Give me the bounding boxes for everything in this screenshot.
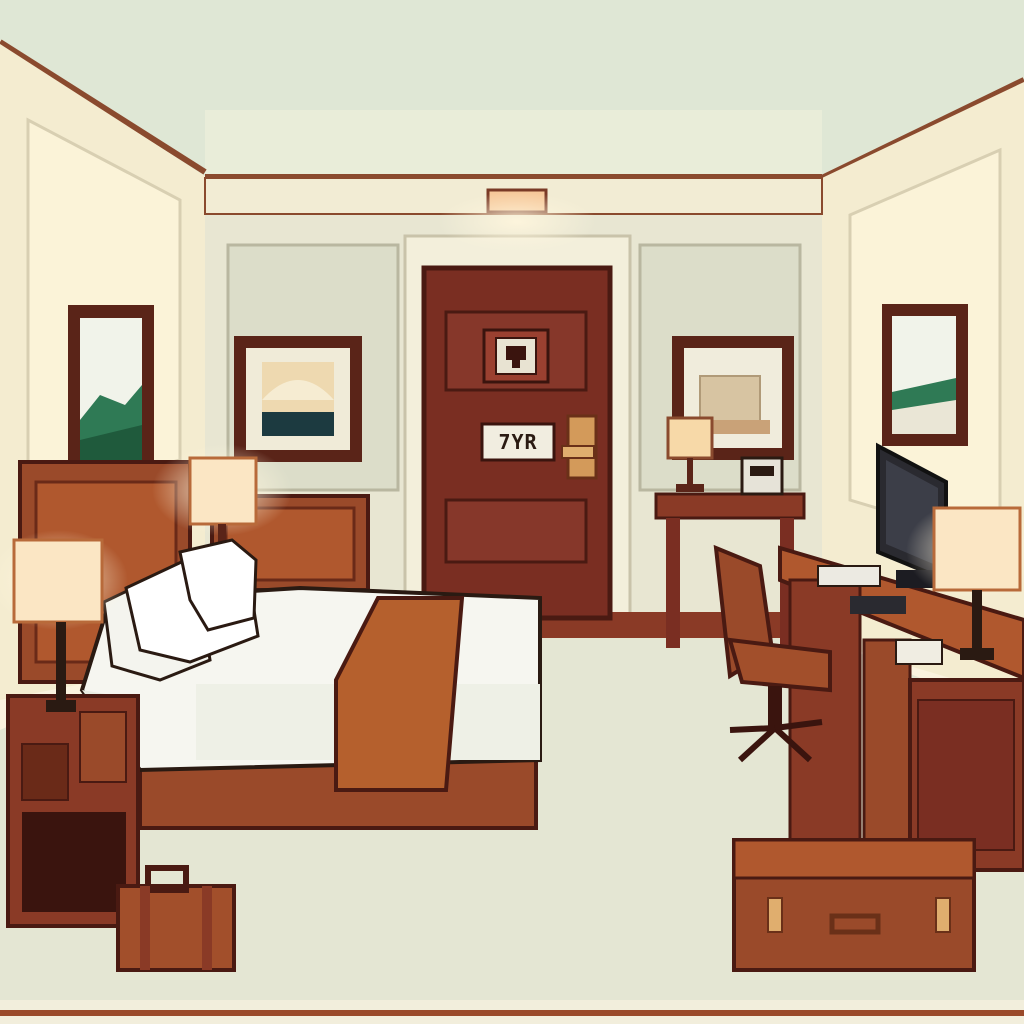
door-panel-bottom (444, 498, 588, 564)
desk-paper (817, 565, 881, 587)
door-handle-icon[interactable] (561, 414, 598, 480)
hotel-room-scene (0, 0, 1024, 1024)
lock-keypad-icon[interactable] (482, 328, 550, 384)
wall-picture-center-left (234, 336, 362, 462)
desk-notepad (895, 639, 943, 665)
phone-icon[interactable] (740, 456, 784, 496)
ceiling-light-glow (437, 192, 597, 252)
suitcase-large[interactable] (732, 838, 976, 972)
floor-trim (0, 1010, 1024, 1016)
room-number-plate (480, 422, 556, 462)
ceiling-inner (205, 110, 822, 178)
wall-picture-left (68, 305, 154, 479)
desk-tablet[interactable] (850, 596, 906, 614)
wall-picture-right (882, 304, 968, 446)
